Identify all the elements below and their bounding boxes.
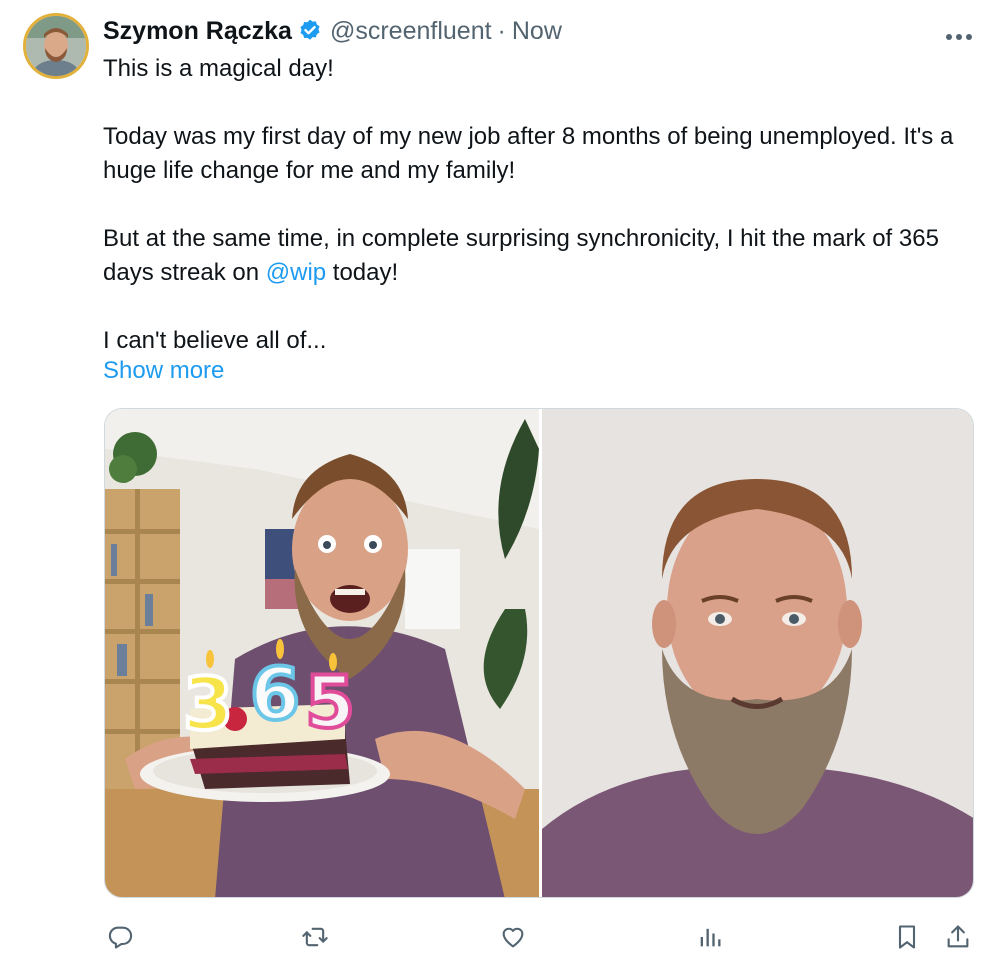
show-more-link[interactable]: Show more <box>103 354 224 388</box>
tweet-text: This is a magical day! Today was my firs… <box>103 52 983 358</box>
author-name[interactable]: Szymon Rączka <box>103 17 292 46</box>
tweet-paragraph-4: I can't believe all of... <box>103 327 327 354</box>
tweet-header: Szymon Rączka @screenfluent · Now <box>103 12 562 50</box>
verified-badge-icon <box>297 18 323 44</box>
author-avatar[interactable] <box>23 13 89 79</box>
svg-text:3: 3 <box>183 662 233 746</box>
mention-link[interactable]: @wip <box>266 259 326 286</box>
tweet-paragraph-2: Today was my first day of my new job aft… <box>103 123 954 184</box>
tweet-actions <box>0 920 1000 954</box>
svg-text:5: 5 <box>305 660 355 744</box>
tweet-paragraph-3-end: today! <box>326 259 399 286</box>
like-icon[interactable] <box>496 920 530 954</box>
author-handle[interactable]: @screenfluent <box>330 17 492 46</box>
tweet-paragraph-3-text: But at the same time, in complete surpri… <box>103 225 939 286</box>
tweet-media: 3 6 5 <box>104 408 974 898</box>
header-separator: · <box>497 16 506 45</box>
views-icon[interactable] <box>693 920 727 954</box>
photo-birthday-cake[interactable]: 3 6 5 <box>105 409 539 897</box>
reply-icon[interactable] <box>103 920 137 954</box>
tweet-line-1: This is a magical day! <box>103 55 334 82</box>
svg-text:6: 6 <box>250 652 300 736</box>
avatar-photo <box>26 16 86 76</box>
more-options-icon[interactable] <box>944 28 976 40</box>
tweet-timestamp[interactable]: Now <box>512 17 562 46</box>
tweet-paragraph-3: But at the same time, in complete surpri… <box>103 222 983 290</box>
bookmark-icon[interactable] <box>890 920 924 954</box>
retweet-icon[interactable] <box>298 920 332 954</box>
share-icon[interactable] <box>941 920 975 954</box>
photo-smiling-man[interactable] <box>542 409 973 897</box>
